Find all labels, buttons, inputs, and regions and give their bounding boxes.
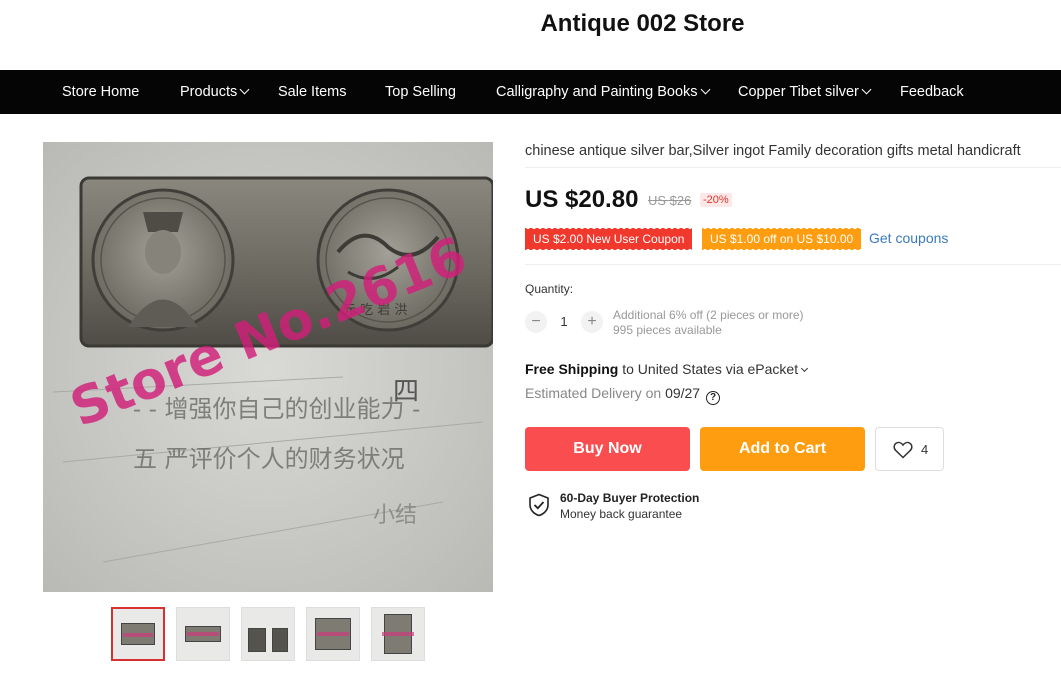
buyer-protection-title: 60-Day Buyer Protection [560,491,700,505]
svg-text:五 严评价个人的财务状况: 五 严评价个人的财务状况 [133,445,405,473]
nav-copper-tibet-silver[interactable]: Copper Tibet silver [738,70,872,114]
divider [525,167,1061,168]
store-header: Antique 002 Store [0,0,1061,70]
store-coupon[interactable]: US $1.00 off on US $10.00 [702,228,862,250]
buy-now-button[interactable]: Buy Now [525,427,690,471]
product-photo: 四 - - 增强你自己的创业能力 - 五 严评价个人的财务状况 小结 元 吃 岩… [43,142,493,592]
free-shipping-label: Free Shipping [525,361,619,377]
original-price: US $26 [648,193,692,208]
thumbnail-1[interactable] [111,607,165,661]
quantity-value[interactable]: 1 [559,314,569,329]
nav-store-home[interactable]: Store Home [62,70,139,114]
new-user-coupon[interactable]: US $2.00 New User Coupon [525,228,693,250]
buyer-protection-subtitle: Money back guarantee [560,507,683,521]
wishlist-button[interactable]: 4 [875,427,944,471]
main-product-image[interactable]: 四 - - 增强你自己的创业能力 - 五 严评价个人的财务状况 小结 元 吃 岩… [43,142,493,592]
nav-top-selling[interactable]: Top Selling [385,70,456,114]
quantity-info: Additional 6% off (2 pieces or more) 995… [613,308,804,338]
nav-calligraphy[interactable]: Calligraphy and Painting Books [496,70,710,114]
nav-sale-items[interactable]: Sale Items [278,70,347,114]
quantity-decrease-button[interactable]: − [525,311,547,333]
divider [525,264,1061,265]
delivery-date: 09/27 [665,385,701,401]
product-title: chinese antique silver bar,Silver ingot … [525,143,1021,159]
shipping-info[interactable]: Free Shipping to United States via ePack… [525,361,809,377]
nav-feedback[interactable]: Feedback [900,70,964,114]
chevron-down-icon [861,84,872,95]
bulk-discount-note: Additional 6% off (2 pieces or more) [613,308,804,322]
store-navbar: Store Home Products Sale Items Top Selli… [0,70,1061,114]
help-icon[interactable]: ? [706,391,721,405]
thumbnail-2[interactable] [176,607,230,661]
quantity-increase-button[interactable]: + [581,311,603,333]
add-to-cart-button[interactable]: Add to Cart [700,427,865,471]
thumbnail-4[interactable] [306,607,360,661]
heart-icon [893,441,913,459]
thumbnail-5[interactable] [371,607,425,661]
quantity-label: Quantity: [525,282,574,296]
current-price: US $20.80 [525,186,639,213]
chevron-down-icon [801,364,809,373]
estimated-delivery: Estimated Delivery on 09/27? [525,385,721,405]
chevron-down-icon [239,84,250,95]
shield-check-icon [529,493,549,517]
svg-text:小结: 小结 [373,503,417,528]
nav-products[interactable]: Products [180,70,250,114]
pieces-available: 995 pieces available [613,323,722,337]
chevron-down-icon [700,84,710,95]
discount-badge: -20% [700,193,732,207]
shipping-destination: to United States via ePacket [622,361,799,377]
get-coupons-link[interactable]: Get coupons [869,230,948,246]
thumbnail-3[interactable] [241,607,295,661]
wishlist-count: 4 [921,442,929,457]
store-name[interactable]: Antique 002 Store [0,10,1061,38]
delivery-prefix: Estimated Delivery on [525,385,662,401]
